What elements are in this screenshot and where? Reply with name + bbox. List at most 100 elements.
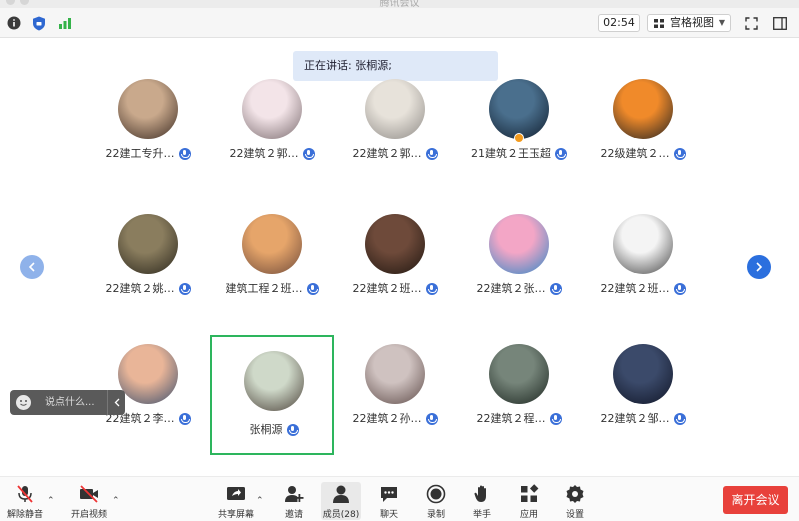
raised-hand-badge-icon [514,133,524,143]
participant-tile[interactable]: 21建筑２王玉超 [457,70,581,190]
window-titlebar: 腾讯会议 [0,0,799,9]
participant-name: 21建筑２王玉超 [471,147,551,160]
avatar [489,214,549,274]
start-video-button[interactable]: 开启视频 [69,481,109,521]
participant-name: 22建筑２班… [352,282,422,295]
microphone-icon [425,413,438,425]
muted-microphone-icon [17,485,33,503]
chat-placeholder: 说点什么... [45,397,95,408]
participant-tile[interactable]: 22建筑２班… [581,205,705,325]
invite-button[interactable]: 邀请 [274,481,314,521]
avatar [489,344,549,404]
microphone-icon [555,148,567,160]
microphone-icon [286,424,299,436]
hand-icon [474,485,486,502]
avatar [118,79,178,139]
microphone-icon [425,283,438,295]
microphone-icon [673,148,686,160]
audio-options-caret[interactable]: ⌃ [47,496,55,506]
meeting-topbar: 02:54 宫格视图 ▼ [0,8,799,38]
view-layout-label: 宫格视图 [670,16,714,29]
avatar [118,344,178,404]
participant-name: 22建筑２张… [476,282,546,295]
participant-tile[interactable]: 22建筑２邹… [581,335,705,455]
share-screen-label: 共享屏幕 [217,510,254,520]
record-icon [426,484,446,504]
participant-tile[interactable]: 22建筑２孙… [333,335,457,455]
caret-down-icon: ▼ [718,18,725,27]
microphone-icon [425,148,438,160]
settings-label: 设置 [565,510,584,520]
meeting-timer: 02:54 [598,14,640,32]
avatar [244,351,304,411]
participant-name: 22建工专升… [105,147,175,160]
participant-tile[interactable]: 建筑工程２班… [210,205,334,325]
apps-button[interactable]: 应用 [509,481,549,521]
chat-bubble-icon [381,487,397,502]
microphone-icon [673,413,686,425]
view-layout-select[interactable]: 宫格视图 ▼ [647,14,731,32]
gear-icon [566,485,584,503]
avatar [613,214,673,274]
chat-button[interactable]: 聊天 [369,481,409,521]
previous-page-button[interactable] [20,255,44,279]
participant-tile[interactable]: 张桐源 [210,335,334,455]
record-button[interactable]: 录制 [416,481,456,521]
settings-button[interactable]: 设置 [555,481,595,521]
apps-grid-icon [521,484,539,502]
share-options-caret[interactable]: ⌃ [256,496,264,506]
microphone-icon [178,148,191,160]
microphone-icon [549,283,562,295]
collapse-chat-button[interactable] [107,390,125,415]
add-user-icon [285,486,304,502]
participant-name: 22建筑２班… [600,282,670,295]
chevron-left-icon [114,398,119,407]
participant-name: 22建筑２郭… [352,147,422,160]
security-shield-icon[interactable] [31,15,47,31]
microphone-icon [302,148,315,160]
avatar [365,214,425,274]
avatar [242,79,302,139]
fullscreen-icon[interactable] [743,15,759,31]
participant-tile[interactable]: 22建筑２张… [457,205,581,325]
members-button[interactable]: 成员(28) [321,481,361,521]
microphone-icon [178,413,191,425]
share-screen-icon [227,487,245,500]
grid-view-icon [654,19,664,28]
unmute-button[interactable]: 解除静音 [5,481,45,521]
participant-name: 22建筑２程… [476,412,546,425]
microphone-icon [178,283,191,295]
emoji-icon[interactable] [16,395,31,410]
network-signal-icon[interactable] [57,15,73,31]
microphone-icon [549,413,562,425]
avatar [365,79,425,139]
participant-tile[interactable]: 22建筑２班… [333,205,457,325]
chevron-left-icon [28,262,35,272]
leave-meeting-button[interactable]: 离开会议 [723,486,788,514]
video-options-caret[interactable]: ⌃ [112,496,120,506]
microphone-icon [306,283,319,295]
chevron-right-icon [756,262,763,272]
avatar [365,344,425,404]
participant-tile[interactable]: 22级建筑２… [581,70,705,190]
info-icon[interactable] [6,15,22,31]
participant-tile[interactable]: 22建工专升… [86,70,210,190]
participant-name: 张桐源 [249,423,283,436]
participant-tile[interactable]: 22建筑２郭… [333,70,457,190]
start-video-label: 开启视频 [70,510,107,520]
share-screen-button[interactable]: 共享屏幕 [216,481,256,521]
avatar [613,79,673,139]
participant-tile[interactable]: 22建筑２姚… [86,205,210,325]
avatar [613,344,673,404]
microphone-icon [673,283,686,295]
raise-hand-button[interactable]: 举手 [462,481,502,521]
participant-name: 22建筑２孙… [352,412,422,425]
members-icon [333,485,349,503]
chat-quick-input[interactable]: 说点什么... [10,390,125,415]
participant-name: 22建筑２郭… [229,147,299,160]
avatar [118,214,178,274]
next-page-button[interactable] [747,255,771,279]
sidebar-toggle-icon[interactable] [772,15,788,31]
participant-tile[interactable]: 22建筑２郭… [210,70,334,190]
participant-tile[interactable]: 22建筑２程… [457,335,581,455]
